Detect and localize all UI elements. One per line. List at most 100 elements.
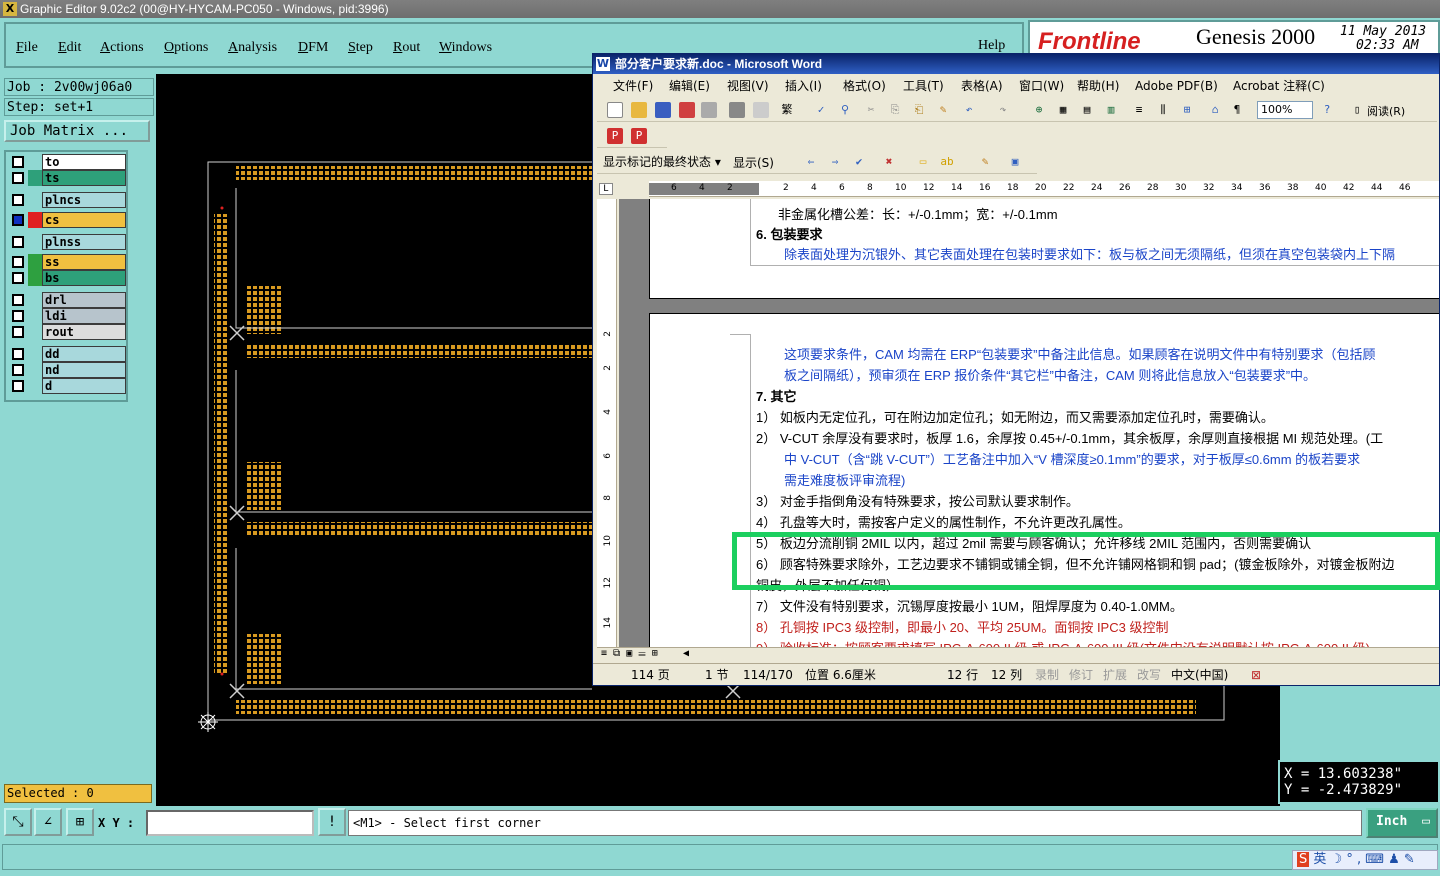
- layer-checkbox[interactable]: [12, 236, 24, 248]
- layer-name[interactable]: dd: [42, 346, 126, 362]
- layer-checkbox[interactable]: [12, 256, 24, 268]
- menu-rout[interactable]: Rout: [393, 40, 420, 56]
- layer-name[interactable]: ldi: [42, 308, 126, 324]
- columns-icon[interactable]: ≡: [1131, 102, 1147, 118]
- word-menu-insert[interactable]: 插入(I): [785, 75, 822, 97]
- highlight-icon[interactable]: ab: [939, 154, 955, 170]
- convert-pdf-email-icon[interactable]: P: [631, 128, 647, 144]
- word-menu-table[interactable]: 表格(A): [961, 75, 1003, 97]
- show-hide-icon[interactable]: ⌂: [1207, 102, 1223, 118]
- track-mode-dropdown[interactable]: 显示标记的最终状态 ▾: [603, 153, 721, 171]
- layer-name[interactable]: ss: [42, 254, 126, 270]
- layer-row[interactable]: ldi: [8, 308, 126, 324]
- word-window[interactable]: W 部分客户要求新.doc - Microsoft Word 文件(F) 编辑(…: [592, 53, 1440, 686]
- layer-checkbox[interactable]: [12, 326, 24, 338]
- layer-affected-indicator[interactable]: [28, 254, 42, 270]
- layer-name[interactable]: plnss: [42, 234, 126, 250]
- layer-checkbox[interactable]: [12, 194, 24, 206]
- layer-checkbox[interactable]: [12, 348, 24, 360]
- cut-icon[interactable]: ✂: [863, 102, 879, 118]
- hyperlink-icon[interactable]: ⊕: [1031, 102, 1047, 118]
- spelling-icon[interactable]: ✓: [813, 102, 829, 118]
- layer-row[interactable]: ss: [8, 254, 126, 270]
- open-icon[interactable]: [631, 102, 647, 118]
- email-icon[interactable]: [701, 102, 717, 118]
- word-menu-file[interactable]: 文件(F): [613, 75, 653, 97]
- layer-name[interactable]: plncs: [42, 192, 126, 208]
- tab-selector[interactable]: L: [599, 183, 613, 195]
- reject-change-icon[interactable]: ✖: [881, 154, 897, 170]
- next-change-icon[interactable]: ⇒: [827, 154, 843, 170]
- layer-checkbox[interactable]: [12, 294, 24, 306]
- layer-affected-indicator[interactable]: [28, 378, 42, 394]
- redo-icon[interactable]: ↷: [995, 102, 1011, 118]
- print-icon[interactable]: [729, 102, 745, 118]
- layer-name[interactable]: drl: [42, 292, 126, 308]
- format-painter-icon[interactable]: ✎: [935, 102, 951, 118]
- save-icon[interactable]: [655, 102, 671, 118]
- insert-table-icon[interactable]: ▤: [1079, 102, 1095, 118]
- layer-row[interactable]: plnss: [8, 234, 126, 250]
- layer-checkbox[interactable]: [12, 172, 24, 184]
- read-icon[interactable]: ▯: [1349, 102, 1365, 118]
- layer-affected-indicator[interactable]: [28, 234, 42, 250]
- xy-input[interactable]: [146, 810, 314, 836]
- layer-name[interactable]: nd: [42, 362, 126, 378]
- layer-row[interactable]: to: [8, 154, 126, 170]
- menu-options[interactable]: Options: [164, 40, 208, 56]
- zoom-window-button[interactable]: ⤡: [4, 808, 32, 836]
- layer-affected-indicator[interactable]: [28, 346, 42, 362]
- print-preview-icon[interactable]: [753, 102, 769, 118]
- menu-analysis[interactable]: Analysis: [228, 40, 277, 56]
- copy-icon[interactable]: ⎘: [887, 102, 903, 118]
- word-menu-adobe[interactable]: Adobe PDF(B): [1135, 75, 1218, 97]
- layer-row[interactable]: rout: [8, 324, 126, 340]
- layer-row[interactable]: dd: [8, 346, 126, 362]
- convert-pdf-icon[interactable]: P: [607, 128, 623, 144]
- layer-name[interactable]: to: [42, 154, 126, 170]
- job-matrix-button[interactable]: Job Matrix ...: [4, 120, 150, 142]
- layer-row[interactable]: plncs: [8, 192, 126, 208]
- layer-name[interactable]: d: [42, 378, 126, 394]
- scroll-left-icon[interactable]: ◀: [683, 648, 689, 659]
- drawing-icon[interactable]: ⫼: [1155, 102, 1171, 118]
- layer-row[interactable]: nd: [8, 362, 126, 378]
- menu-edit[interactable]: Edit: [58, 40, 81, 56]
- layer-name[interactable]: rout: [42, 324, 126, 340]
- document-map-icon[interactable]: ⊞: [1179, 102, 1195, 118]
- layer-affected-indicator[interactable]: [28, 292, 42, 308]
- menu-file[interactable]: File: [16, 40, 38, 56]
- spell-status-icon[interactable]: ⊠: [1251, 664, 1261, 685]
- layer-affected-indicator[interactable]: [28, 154, 42, 170]
- insert-excel-icon[interactable]: ▥: [1103, 102, 1119, 118]
- layer-row[interactable]: cs: [8, 212, 126, 228]
- info-button[interactable]: !: [318, 808, 346, 836]
- layer-row[interactable]: d: [8, 378, 126, 394]
- track-changes-icon[interactable]: ✎: [977, 154, 993, 170]
- grid-button[interactable]: ⊞: [66, 808, 94, 836]
- word-menu-edit[interactable]: 编辑(E): [669, 75, 710, 97]
- zoom-dropdown[interactable]: 100%: [1257, 101, 1313, 119]
- menu-actions[interactable]: Actions: [100, 40, 144, 56]
- status-ext[interactable]: 扩展: [1103, 664, 1127, 685]
- paste-icon[interactable]: ⎗: [911, 102, 927, 118]
- layer-affected-indicator[interactable]: [28, 308, 42, 324]
- layer-row[interactable]: ts: [8, 170, 126, 186]
- word-menu-help[interactable]: 帮助(H): [1077, 75, 1119, 97]
- word-menu-view[interactable]: 视图(V): [727, 75, 769, 97]
- new-doc-icon[interactable]: [607, 102, 623, 118]
- layer-row[interactable]: drl: [8, 292, 126, 308]
- menu-windows[interactable]: Windows: [439, 40, 492, 56]
- menu-step[interactable]: Step: [348, 40, 373, 56]
- layer-row[interactable]: bs: [8, 270, 126, 286]
- layer-checkbox[interactable]: [12, 364, 24, 376]
- research-icon[interactable]: ⚲: [837, 102, 853, 118]
- layer-checkbox[interactable]: [12, 214, 24, 226]
- status-trk[interactable]: 修订: [1069, 664, 1093, 685]
- layer-affected-indicator[interactable]: [28, 192, 42, 208]
- pilcrow-icon[interactable]: ¶: [1229, 102, 1245, 118]
- word-menu-format[interactable]: 格式(O): [843, 75, 886, 97]
- traditional-chinese-icon[interactable]: 繁: [779, 102, 795, 118]
- layer-affected-indicator[interactable]: [28, 212, 42, 228]
- layer-name[interactable]: ts: [42, 170, 126, 186]
